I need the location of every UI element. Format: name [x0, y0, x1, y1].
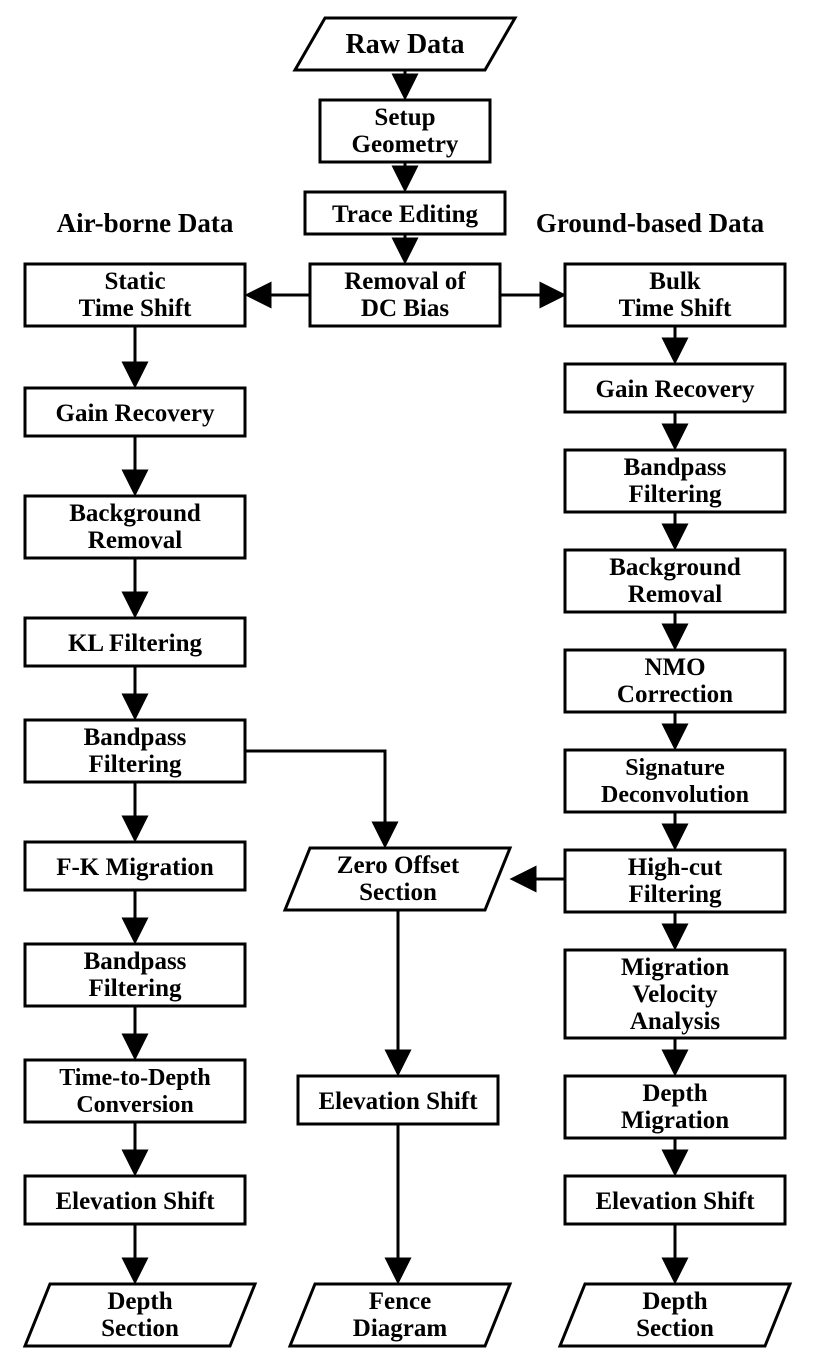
node-static-time-shift: Static Time Shift: [25, 264, 245, 326]
label: Gain Recovery: [56, 400, 215, 427]
label: Static: [104, 268, 165, 295]
label: Time Shift: [79, 295, 192, 322]
node-trace-editing: Trace Editing: [305, 192, 505, 234]
label: Depth: [107, 1288, 172, 1315]
label: Geometry: [352, 131, 459, 158]
node-dc-bias: Removal of DC Bias: [310, 264, 500, 326]
arrow: [245, 751, 385, 844]
node-nmo-correction: NMO Correction: [565, 650, 785, 712]
label: Migration: [621, 1107, 729, 1134]
label: Filtering: [628, 481, 722, 508]
node-gain-recovery-right: Gain Recovery: [565, 364, 785, 412]
node-bg-removal-left: Background Removal: [25, 496, 245, 558]
node-gain-recovery-left: Gain Recovery: [25, 388, 245, 436]
node-elevation-center: Elevation Shift: [298, 1076, 498, 1124]
label: Elevation Shift: [595, 1188, 755, 1215]
label: Time-to-Depth: [59, 1065, 211, 1091]
node-fk-migration: F-K Migration: [25, 842, 245, 890]
node-kl-filtering: KL Filtering: [25, 618, 245, 666]
label: Bandpass: [624, 454, 727, 481]
label: Bulk: [649, 268, 701, 295]
label: Filtering: [628, 881, 722, 908]
label: Deconvolution: [601, 782, 749, 808]
label: Section: [359, 879, 437, 906]
heading-airborne: Air-borne Data: [57, 208, 234, 238]
label: F-K Migration: [56, 854, 214, 881]
label: Filtering: [88, 751, 182, 778]
node-elevation-left: Elevation Shift: [25, 1176, 245, 1224]
label: Elevation Shift: [318, 1088, 478, 1115]
label: Trace Editing: [332, 201, 479, 228]
label: Filtering: [88, 975, 182, 1002]
label: Depth: [642, 1288, 707, 1315]
label: High-cut: [628, 854, 723, 881]
node-fence-diagram: Fence Diagram: [290, 1284, 510, 1346]
label: Analysis: [630, 1008, 721, 1035]
node-depth-section-left: Depth Section: [25, 1284, 255, 1346]
label: Fence: [369, 1288, 431, 1315]
node-depth-section-right: Depth Section: [560, 1284, 790, 1346]
label: Bandpass: [84, 724, 187, 751]
node-setup-geometry: Setup Geometry: [320, 100, 490, 162]
node-bandpass-left-1: Bandpass Filtering: [25, 720, 245, 782]
heading-ground: Ground-based Data: [536, 208, 765, 238]
label: Bandpass: [84, 948, 187, 975]
label: Zero Offset: [337, 852, 460, 879]
node-raw-data: Raw Data: [295, 18, 515, 70]
label: Removal of: [344, 268, 466, 295]
label: Depth: [642, 1080, 707, 1107]
label-raw-data: Raw Data: [346, 29, 465, 60]
node-bandpass-left-2: Bandpass Filtering: [25, 944, 245, 1006]
node-depth-migration: Depth Migration: [565, 1076, 785, 1138]
label: Gain Recovery: [596, 376, 755, 403]
label: Background: [69, 500, 201, 527]
flowchart: Raw Data Setup Geometry Trace Editing Ai…: [0, 0, 820, 1361]
label: Velocity: [632, 981, 718, 1008]
label: Removal: [88, 527, 182, 554]
label: Time Shift: [619, 295, 732, 322]
node-bg-removal-right: Background Removal: [565, 550, 785, 612]
node-highcut-filtering: High-cut Filtering: [565, 850, 785, 912]
label: Removal: [628, 581, 722, 608]
label: Section: [101, 1315, 179, 1342]
label: Elevation Shift: [55, 1188, 215, 1215]
label: Background: [609, 554, 741, 581]
node-signature-deconv: Signature Deconvolution: [565, 750, 785, 812]
label: Conversion: [76, 1092, 193, 1118]
node-zero-offset: Zero Offset Section: [285, 848, 510, 910]
label: Correction: [617, 681, 733, 708]
label: KL Filtering: [68, 630, 203, 657]
node-migration-velocity: Migration Velocity Analysis: [565, 950, 785, 1038]
label: Diagram: [353, 1315, 448, 1342]
label: NMO: [644, 654, 705, 681]
label: Section: [636, 1315, 714, 1342]
label: Signature: [625, 755, 725, 781]
label: DC Bias: [361, 295, 449, 322]
label: Setup: [374, 104, 435, 131]
node-bulk-time-shift: Bulk Time Shift: [565, 264, 785, 326]
label: Migration: [621, 954, 729, 981]
node-time-depth: Time-to-Depth Conversion: [25, 1060, 245, 1122]
node-bandpass-right: Bandpass Filtering: [565, 450, 785, 512]
node-elevation-right: Elevation Shift: [565, 1176, 785, 1224]
